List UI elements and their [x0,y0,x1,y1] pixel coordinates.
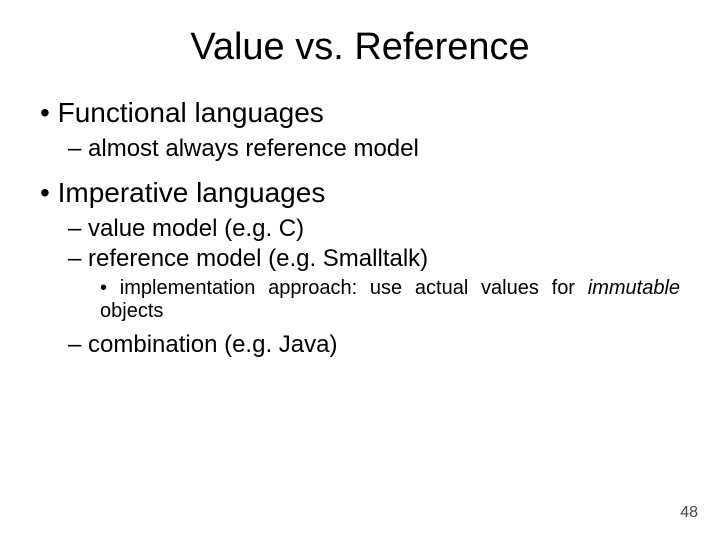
bullet-list: Functional languages almost always refer… [40,97,680,359]
sub-value-model: value model (e.g. C) [68,215,680,243]
slide: Value vs. Reference Functional languages… [0,0,720,540]
impl-text-c: objects [100,300,163,322]
sublist-imperative: value model (e.g. C) reference model (e.… [40,215,680,359]
bullet-imperative: Imperative languages value model (e.g. C… [40,177,680,359]
sub-value-model-text: value model (e.g. C) [88,215,304,242]
sub-functional-ref: almost always reference model [68,135,680,163]
slide-title: Value vs. Reference [40,26,680,69]
subsub-implementation: implementation approach: use actual valu… [100,277,680,323]
sub-reference-model-text: reference model (e.g. Smalltalk) [88,245,428,272]
page-number: 48 [680,504,698,522]
sublist-functional: almost always reference model [40,135,680,163]
sub-combination: combination (e.g. Java) [68,331,680,359]
bullet-imperative-text: Imperative languages [58,177,326,208]
impl-text-b: immutable [588,277,680,299]
sub-functional-ref-text: almost always reference model [88,135,419,162]
subsublist-impl: implementation approach: use actual valu… [68,277,680,323]
bullet-functional: Functional languages almost always refer… [40,97,680,163]
sub-combination-text: combination (e.g. Java) [88,331,337,358]
bullet-functional-text: Functional languages [58,97,324,128]
sub-reference-model: reference model (e.g. Smalltalk) impleme… [68,245,680,323]
impl-text-a: implementation approach: use actual valu… [120,277,588,299]
